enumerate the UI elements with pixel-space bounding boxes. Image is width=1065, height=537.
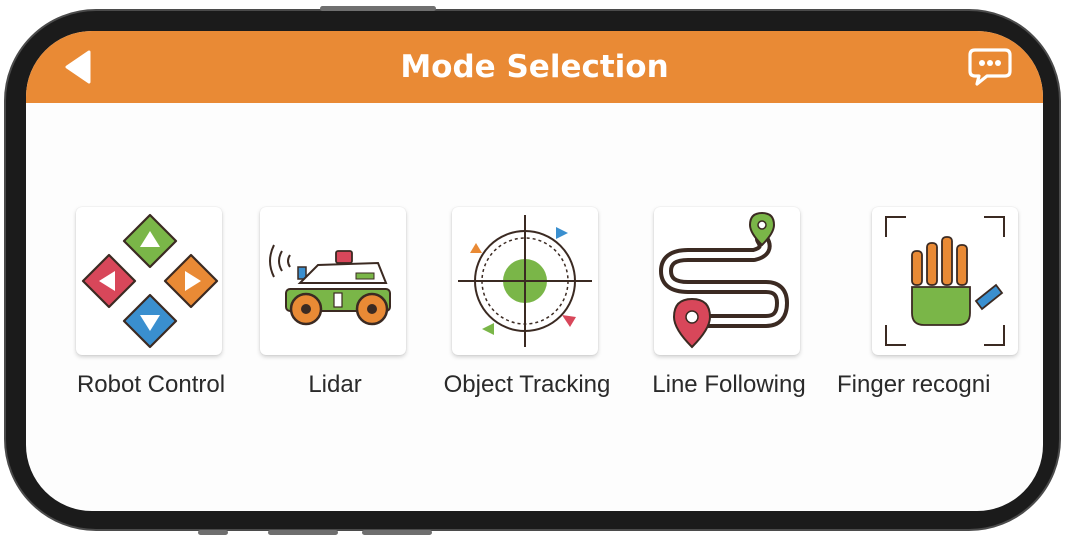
mode-card-object-tracking[interactable]: Object Tracking [444, 207, 610, 407]
mode-card-finger-recognition[interactable]: Finger recogni [837, 207, 1022, 407]
mode-tile[interactable] [872, 207, 1018, 355]
page-title: Mode Selection [400, 49, 669, 85]
lidar-car-icon [269, 244, 391, 326]
mode-label: Line Following [652, 371, 806, 398]
chat-bubble-icon[interactable] [967, 47, 1013, 87]
mode-tile[interactable] [76, 207, 222, 355]
mode-card-line-following[interactable]: Line Following [652, 207, 806, 407]
path-pin-icon [659, 211, 789, 349]
mode-card-robot-control[interactable]: Robot Control [76, 207, 226, 407]
mode-card-lidar[interactable]: Lidar [260, 207, 410, 407]
mode-tile[interactable] [654, 207, 800, 355]
mode-label: Object Tracking [443, 371, 611, 398]
phone-side-button [198, 530, 228, 535]
hand-scan-icon [885, 216, 1005, 346]
direction-pad-icon [81, 213, 219, 349]
mode-tile[interactable] [452, 207, 598, 355]
phone-side-button [362, 530, 432, 535]
phone-side-button [320, 6, 436, 11]
mode-label: Lidar [308, 371, 362, 398]
mode-label: Finger recogni [837, 371, 991, 398]
phone-side-button [268, 530, 338, 535]
mode-tile[interactable] [260, 207, 406, 355]
mode-label: Robot Control [76, 371, 226, 398]
app-header: Mode Selection [26, 31, 1043, 103]
app-screen: Mode Selection Robot Control Lidar Objec… [26, 31, 1043, 511]
target-crosshair-icon [458, 215, 592, 347]
